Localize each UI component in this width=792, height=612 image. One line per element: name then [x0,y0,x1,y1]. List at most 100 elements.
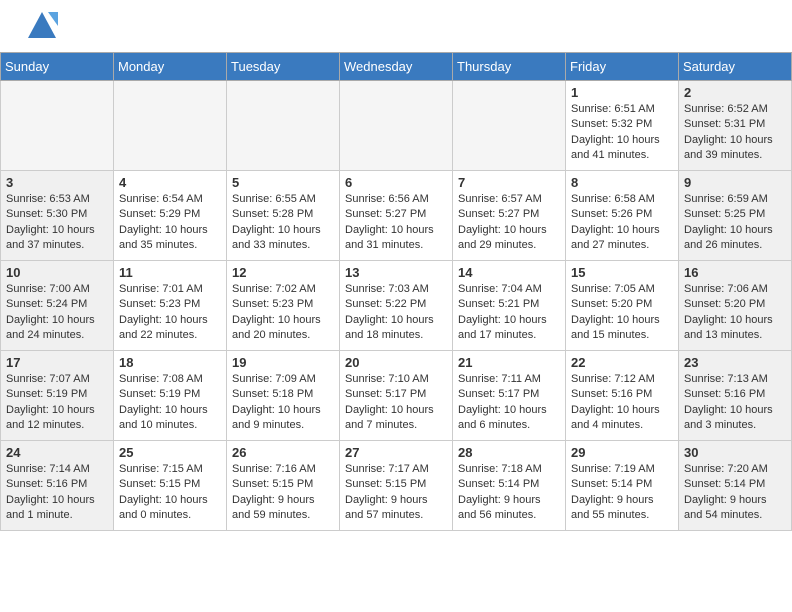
day-number: 7 [458,175,560,190]
day-header-thursday: Thursday [453,53,566,81]
calendar-cell: 25 Sunrise: 7:15 AMSunset: 5:15 PMDayligh… [114,441,227,531]
day-info: Sunrise: 7:07 AMSunset: 5:19 PMDaylight:… [6,372,108,434]
day-number: 4 [119,175,221,190]
day-info: Sunrise: 6:54 AMSunset: 5:29 PMDaylight:… [119,192,221,254]
calendar-cell: 27 Sunrise: 7:17 AMSunset: 5:15 PMDayligh… [340,441,453,531]
day-number: 10 [6,265,108,280]
day-info: Sunrise: 7:17 AMSunset: 5:15 PMDaylight:… [345,462,447,524]
day-number: 23 [684,355,786,370]
day-header-sunday: Sunday [1,53,114,81]
calendar-cell: 19Sunrise: 7:09 AMSunset: 5:18 PMDayligh… [227,351,340,441]
calendar-cell: 3 Sunrise: 6:53 AMSunset: 5:30 PMDaylight… [1,171,114,261]
calendar-cell: 20Sunrise: 7:10 AMSunset: 5:17 PMDayligh… [340,351,453,441]
calendar-cell [340,81,453,171]
day-header-tuesday: Tuesday [227,53,340,81]
day-info: Sunrise: 6:58 AMSunset: 5:26 PMDaylight:… [571,192,673,254]
week-row-4: 17 Sunrise: 7:07 AMSunset: 5:19 PMDayligh… [1,351,792,441]
week-row-2: 3 Sunrise: 6:53 AMSunset: 5:30 PMDaylight… [1,171,792,261]
calendar-table: SundayMondayTuesdayWednesdayThursdayFrid… [0,52,792,531]
day-number: 15 [571,265,673,280]
day-info: Sunrise: 7:09 AMSunset: 5:18 PMDaylight:… [232,372,334,434]
day-header-saturday: Saturday [679,53,792,81]
day-info: Sunrise: 7:18 AMSunset: 5:14 PMDaylight:… [458,462,560,524]
week-row-1: 1 Sunrise: 6:51 AMSunset: 5:32 PMDaylight… [1,81,792,171]
day-info: Sunrise: 7:20 AMSunset: 5:14 PMDaylight:… [684,462,786,524]
calendar-cell: 5 Sunrise: 6:55 AMSunset: 5:28 PMDaylight… [227,171,340,261]
day-info: Sunrise: 7:16 AMSunset: 5:15 PMDaylight:… [232,462,334,524]
day-info: Sunrise: 7:08 AMSunset: 5:19 PMDaylight:… [119,372,221,434]
day-number: 11 [119,265,221,280]
calendar-cell: 2 Sunrise: 6:52 AMSunset: 5:31 PMDaylight… [679,81,792,171]
calendar-cell: 26Sunrise: 7:16 AMSunset: 5:15 PMDayligh… [227,441,340,531]
day-info: Sunrise: 7:14 AMSunset: 5:16 PMDaylight:… [6,462,108,524]
day-info: Sunrise: 6:55 AMSunset: 5:28 PMDaylight:… [232,192,334,254]
day-number: 1 [571,85,673,100]
day-number: 18 [119,355,221,370]
day-number: 5 [232,175,334,190]
calendar-cell: 12 Sunrise: 7:02 AMSunset: 5:23 PMDayligh… [227,261,340,351]
calendar-cell: 29 Sunrise: 7:19 AMSunset: 5:14 PMDayligh… [566,441,679,531]
day-info: Sunrise: 7:02 AMSunset: 5:23 PMDaylight:… [232,282,334,344]
day-number: 21 [458,355,560,370]
day-info: Sunrise: 7:04 AMSunset: 5:21 PMDaylight:… [458,282,560,344]
day-info: Sunrise: 7:13 AMSunset: 5:16 PMDaylight:… [684,372,786,434]
day-number: 22 [571,355,673,370]
day-number: 17 [6,355,108,370]
calendar-cell [227,81,340,171]
day-number: 25 [119,445,221,460]
day-info: Sunrise: 6:51 AMSunset: 5:32 PMDaylight:… [571,102,673,164]
calendar-cell: 22 Sunrise: 7:12 AMSunset: 5:16 PMDayligh… [566,351,679,441]
day-info: Sunrise: 7:12 AMSunset: 5:16 PMDaylight:… [571,372,673,434]
header [0,0,792,52]
calendar-cell: 7 Sunrise: 6:57 AMSunset: 5:27 PMDaylight… [453,171,566,261]
day-header-wednesday: Wednesday [340,53,453,81]
calendar-cell: 16 Sunrise: 7:06 AMSunset: 5:20 PMDayligh… [679,261,792,351]
day-number: 12 [232,265,334,280]
day-header-friday: Friday [566,53,679,81]
calendar-cell: 17 Sunrise: 7:07 AMSunset: 5:19 PMDayligh… [1,351,114,441]
day-number: 29 [571,445,673,460]
day-info: Sunrise: 6:57 AMSunset: 5:27 PMDaylight:… [458,192,560,254]
week-row-3: 10 Sunrise: 7:00 AMSunset: 5:24 PMDayligh… [1,261,792,351]
day-number: 24 [6,445,108,460]
day-info: Sunrise: 6:59 AMSunset: 5:25 PMDaylight:… [684,192,786,254]
week-row-5: 24 Sunrise: 7:14 AMSunset: 5:16 PMDayligh… [1,441,792,531]
header-row: SundayMondayTuesdayWednesdayThursdayFrid… [1,53,792,81]
day-info: Sunrise: 7:01 AMSunset: 5:23 PMDaylight:… [119,282,221,344]
calendar-cell: 4 Sunrise: 6:54 AMSunset: 5:29 PMDaylight… [114,171,227,261]
calendar-cell: 23 Sunrise: 7:13 AMSunset: 5:16 PMDayligh… [679,351,792,441]
day-number: 27 [345,445,447,460]
calendar-cell: 8 Sunrise: 6:58 AMSunset: 5:26 PMDaylight… [566,171,679,261]
calendar-cell: 1 Sunrise: 6:51 AMSunset: 5:32 PMDaylight… [566,81,679,171]
day-info: Sunrise: 7:03 AMSunset: 5:22 PMDaylight:… [345,282,447,344]
calendar-cell: 21 Sunrise: 7:11 AMSunset: 5:17 PMDayligh… [453,351,566,441]
day-number: 9 [684,175,786,190]
day-number: 14 [458,265,560,280]
day-number: 3 [6,175,108,190]
calendar-cell: 28 Sunrise: 7:18 AMSunset: 5:14 PMDayligh… [453,441,566,531]
calendar-cell: 24 Sunrise: 7:14 AMSunset: 5:16 PMDayligh… [1,441,114,531]
day-info: Sunrise: 6:56 AMSunset: 5:27 PMDaylight:… [345,192,447,254]
day-info: Sunrise: 7:19 AMSunset: 5:14 PMDaylight:… [571,462,673,524]
calendar-cell [114,81,227,171]
day-info: Sunrise: 6:53 AMSunset: 5:30 PMDaylight:… [6,192,108,254]
day-number: 2 [684,85,786,100]
calendar-cell: 15 Sunrise: 7:05 AMSunset: 5:20 PMDayligh… [566,261,679,351]
day-number: 8 [571,175,673,190]
day-info: Sunrise: 7:11 AMSunset: 5:17 PMDaylight:… [458,372,560,434]
day-info: Sunrise: 7:05 AMSunset: 5:20 PMDaylight:… [571,282,673,344]
calendar-cell: 10 Sunrise: 7:00 AMSunset: 5:24 PMDayligh… [1,261,114,351]
calendar-cell: 6Sunrise: 6:56 AMSunset: 5:27 PMDaylight… [340,171,453,261]
calendar-cell: 14 Sunrise: 7:04 AMSunset: 5:21 PMDayligh… [453,261,566,351]
day-number: 30 [684,445,786,460]
calendar-cell: 9 Sunrise: 6:59 AMSunset: 5:25 PMDaylight… [679,171,792,261]
day-info: Sunrise: 7:10 AMSunset: 5:17 PMDaylight:… [345,372,447,434]
day-info: Sunrise: 7:06 AMSunset: 5:20 PMDaylight:… [684,282,786,344]
day-number: 13 [345,265,447,280]
day-number: 16 [684,265,786,280]
calendar-cell: 18 Sunrise: 7:08 AMSunset: 5:19 PMDayligh… [114,351,227,441]
day-number: 28 [458,445,560,460]
day-info: Sunrise: 7:15 AMSunset: 5:15 PMDaylight:… [119,462,221,524]
day-info: Sunrise: 6:52 AMSunset: 5:31 PMDaylight:… [684,102,786,164]
day-info: Sunrise: 7:00 AMSunset: 5:24 PMDaylight:… [6,282,108,344]
